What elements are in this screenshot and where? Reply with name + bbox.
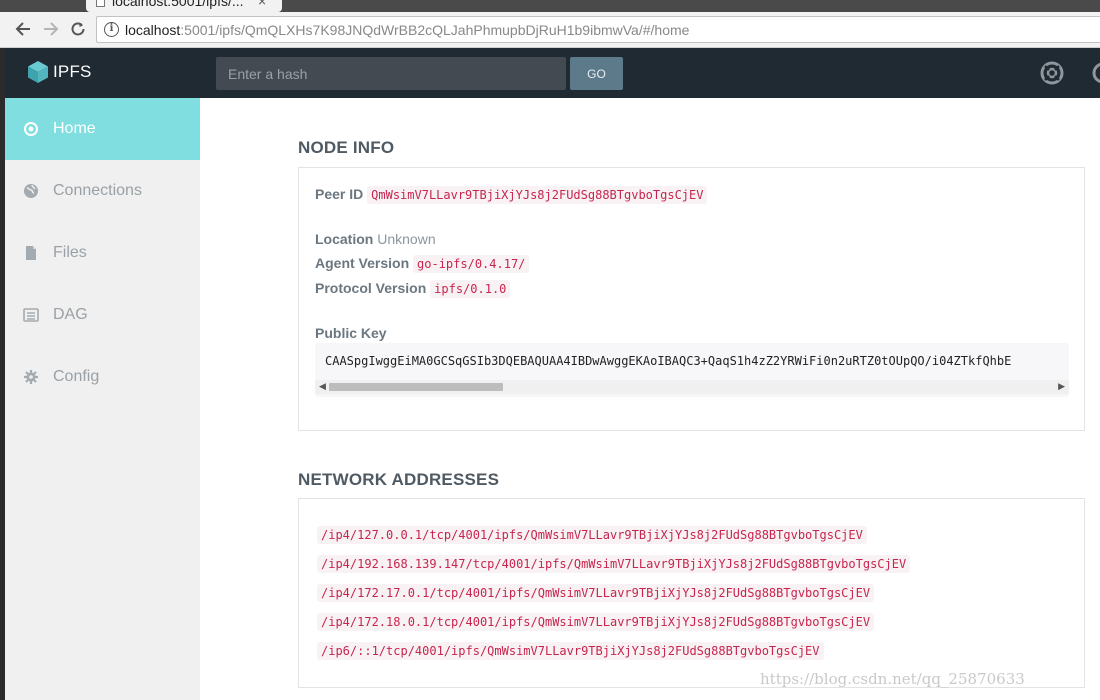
hash-search-input[interactable]: [216, 57, 566, 90]
tab-title: localhost:5001/ipfs/...: [112, 0, 244, 9]
scrollbar-thumb[interactable]: [329, 383, 503, 391]
protocol-version-row: Protocol Version ipfs/0.1.0: [315, 280, 511, 298]
protocol-version-value: ipfs/0.1.0: [430, 280, 511, 298]
sidebar-item-label: Connections: [53, 182, 142, 199]
public-key-scrollbar[interactable]: ◀ ▶: [315, 380, 1069, 394]
gear-icon: [24, 370, 38, 384]
node-info-panel: Peer ID QmWsimV7LLavr9TBjiXjYJs8j2FUdSg8…: [298, 167, 1085, 431]
list-item: /ip4/192.168.139.147/tcp/4001/ipfs/QmWsi…: [317, 555, 911, 573]
sidebar-item-config[interactable]: Config: [5, 346, 200, 408]
peer-id-value: QmWsimV7LLavr9TBjiXjYJs8j2FUdSg88BTgvboT…: [367, 186, 708, 204]
settings-icon[interactable]: [1091, 61, 1100, 85]
file-icon: [26, 246, 36, 260]
list-item: /ip4/127.0.0.1/tcp/4001/ipfs/QmWsimV7LLa…: [317, 526, 867, 544]
back-icon[interactable]: [10, 16, 36, 42]
public-key-label-row: Public Key: [315, 325, 387, 341]
location-label: Location: [315, 231, 374, 247]
sidebar-item-home[interactable]: Home: [5, 98, 200, 160]
scroll-left-icon[interactable]: ◀: [319, 381, 326, 392]
info-icon[interactable]: i: [104, 22, 119, 37]
agent-version-value: go-ipfs/0.4.17/: [413, 255, 530, 273]
public-key-label: Public Key: [315, 325, 387, 341]
circle-dot-icon: [24, 122, 38, 136]
peer-id-label: Peer ID: [315, 186, 364, 202]
sidebar-item-dag[interactable]: DAG: [5, 284, 200, 346]
sidebar-item-label: Home: [53, 120, 96, 137]
browser-toolbar: i localhost:5001/ipfs/QmQLXHs7K98JNQdWrB…: [0, 12, 1100, 48]
watermark: https://blog.csdn.net/qq_25870633: [760, 670, 1025, 688]
globe-icon: [24, 184, 38, 198]
list-item: /ip4/172.18.0.1/tcp/4001/ipfs/QmWsimV7LL…: [317, 613, 875, 631]
network-addresses-panel: /ip4/127.0.0.1/tcp/4001/ipfs/QmWsimV7LLa…: [298, 498, 1085, 688]
location-row: Location Unknown: [315, 231, 436, 247]
logo-text: IPFS: [53, 62, 92, 81]
sidebar-item-connections[interactable]: Connections: [5, 160, 200, 222]
main-content: NODE INFO Peer ID QmWsimV7LLavr9TBjiXjYJ…: [200, 98, 1100, 700]
protocol-version-label: Protocol Version: [315, 280, 427, 296]
list-icon: [23, 308, 39, 322]
agent-version-row: Agent Version go-ipfs/0.4.17/: [315, 255, 530, 273]
public-key-value: CAASpgIwggEiMA0GCSqGSIb3DQEBAQUAA4IBDwAw…: [325, 354, 1012, 368]
cube-logo-icon: [28, 61, 48, 83]
list-item: /ip4/172.17.0.1/tcp/4001/ipfs/QmWsimV7LL…: [317, 584, 875, 602]
forward-icon[interactable]: [38, 16, 64, 42]
document-icon: [96, 0, 105, 7]
url-text: localhost:5001/ipfs/QmQLXHs7K98JNQdWrBB2…: [125, 22, 690, 38]
network-addresses-title: NETWORK ADDRESSES: [298, 470, 500, 489]
ipfs-logo[interactable]: IPFS: [27, 60, 92, 84]
app-header: IPFS GO: [5, 48, 1100, 98]
location-value: Unknown: [377, 231, 436, 247]
sidebar: Home Connections Files DAG Config: [5, 98, 200, 700]
browser-tabstrip: localhost:5001/ipfs/... ×: [0, 0, 1100, 12]
reload-icon[interactable]: [65, 16, 91, 42]
public-key-box: CAASpgIwggEiMA0GCSqGSIb3DQEBAQUAA4IBDwAw…: [315, 343, 1069, 397]
tab-close-icon[interactable]: ×: [258, 0, 266, 9]
address-bar[interactable]: i localhost:5001/ipfs/QmQLXHs7K98JNQdWrB…: [96, 16, 1100, 43]
agent-version-label: Agent Version: [315, 255, 410, 271]
go-button[interactable]: GO: [570, 57, 623, 90]
peer-id-row: Peer ID QmWsimV7LLavr9TBjiXjYJs8j2FUdSg8…: [315, 186, 708, 204]
sidebar-item-label: DAG: [53, 306, 88, 323]
sidebar-item-files[interactable]: Files: [5, 222, 200, 284]
node-info-title: NODE INFO: [298, 138, 395, 157]
sidebar-item-label: Files: [53, 244, 87, 261]
scroll-right-icon[interactable]: ▶: [1058, 381, 1065, 392]
sidebar-item-label: Config: [53, 368, 100, 385]
lifebuoy-icon[interactable]: [1040, 61, 1064, 85]
browser-tab[interactable]: localhost:5001/ipfs/... ×: [86, 0, 282, 12]
list-item: /ip6/::1/tcp/4001/ipfs/QmWsimV7LLavr9TBj…: [317, 642, 824, 660]
